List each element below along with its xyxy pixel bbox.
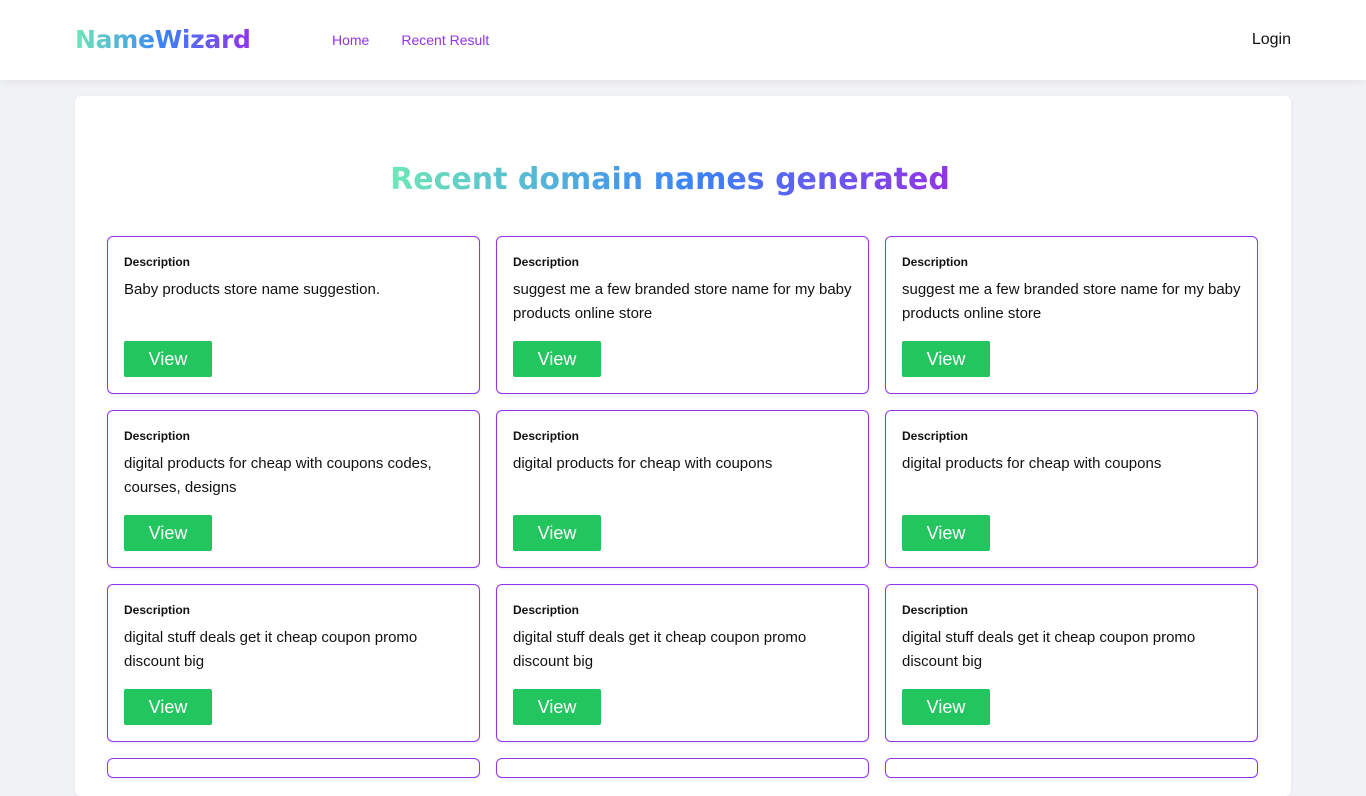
description-label: Description — [902, 603, 969, 617]
view-button[interactable]: View — [124, 341, 212, 377]
results-grid: Description Baby products store name sug… — [107, 236, 1258, 778]
description-label: Description — [124, 255, 191, 269]
result-card: Description digital products for cheap w… — [107, 410, 480, 568]
description-label: Description — [513, 255, 580, 269]
page-title-text: Recent domain names generated — [390, 162, 950, 197]
description-text: digital stuff deals get it cheap coupon … — [124, 629, 418, 670]
view-button[interactable]: View — [124, 515, 212, 551]
result-card: Description digital products for cheap w… — [496, 410, 869, 568]
result-card: Description suggest me a few branded sto… — [885, 236, 1258, 394]
result-card: Description Baby products store name sug… — [107, 236, 480, 394]
view-button[interactable]: View — [124, 689, 212, 725]
result-card-partial — [885, 758, 1258, 778]
description-label: Description — [124, 429, 191, 443]
view-button[interactable]: View — [902, 689, 990, 725]
nav-link-home[interactable]: Home — [332, 30, 369, 50]
logo[interactable]: NameWizard — [75, 24, 251, 56]
description-label: Description — [513, 603, 580, 617]
view-button[interactable]: View — [902, 515, 990, 551]
login-link[interactable]: Login — [1252, 29, 1291, 51]
result-card: Description digital products for cheap w… — [885, 410, 1258, 568]
description-text: digital products for cheap with coupons … — [124, 455, 432, 496]
description-label: Description — [902, 255, 969, 269]
result-card: Description digital stuff deals get it c… — [885, 584, 1258, 742]
nav-link-recent-result[interactable]: Recent Result — [401, 30, 489, 50]
result-card: Description suggest me a few branded sto… — [496, 236, 869, 394]
description-text: digital products for cheap with coupons — [902, 455, 1162, 472]
result-card: Description digital stuff deals get it c… — [107, 584, 480, 742]
nav-links: Home Recent Result — [332, 30, 489, 50]
description-text: digital products for cheap with coupons — [513, 455, 773, 472]
view-button[interactable]: View — [513, 515, 601, 551]
result-card-partial — [496, 758, 869, 778]
description-text: suggest me a few branded store name for … — [513, 281, 852, 322]
description-label: Description — [124, 603, 191, 617]
view-button[interactable]: View — [513, 689, 601, 725]
description-text: Baby products store name suggestion. — [124, 281, 380, 298]
page-title: Recent domain names generated — [75, 160, 1265, 200]
view-button[interactable]: View — [513, 341, 601, 377]
description-text: digital stuff deals get it cheap coupon … — [513, 629, 807, 670]
description-text: digital stuff deals get it cheap coupon … — [902, 629, 1196, 670]
description-label: Description — [513, 429, 580, 443]
description-text: suggest me a few branded store name for … — [902, 281, 1241, 322]
result-card: Description digital stuff deals get it c… — [496, 584, 869, 742]
navbar: NameWizard Home Recent Result Login — [0, 0, 1366, 80]
result-card-partial — [107, 758, 480, 778]
view-button[interactable]: View — [902, 341, 990, 377]
description-label: Description — [902, 429, 969, 443]
content-card: Recent domain names generated Descriptio… — [75, 96, 1291, 796]
